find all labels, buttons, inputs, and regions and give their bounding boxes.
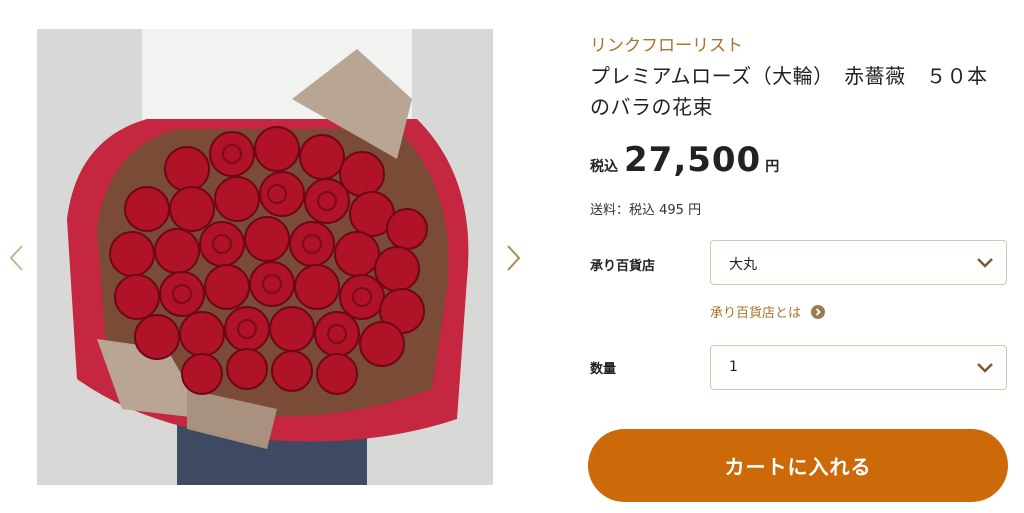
- price-tax-label: 税込: [590, 159, 618, 175]
- about-store-link[interactable]: 承り百貨店とは: [710, 302, 826, 321]
- price-currency: 円: [765, 159, 780, 175]
- chevron-circle-right-icon: [811, 304, 826, 319]
- price-amount: 27,500: [624, 140, 762, 180]
- add-to-cart-label: カートに入れる: [724, 455, 872, 479]
- quantity-select[interactable]: 1: [710, 345, 1007, 390]
- store-label: 承り百貨店: [590, 259, 656, 274]
- chevron-down-icon: [977, 258, 993, 268]
- chevron-left-icon: [9, 245, 23, 271]
- store-select-value: 大丸: [729, 257, 757, 273]
- about-store-link-label: 承り百貨店とは: [710, 306, 802, 321]
- chevron-down-icon: [977, 363, 993, 373]
- shipping-fee: 送料：税込 495 円: [590, 203, 702, 218]
- gallery-next-button[interactable]: [502, 243, 524, 273]
- price: 税込 27,500 円: [590, 140, 779, 180]
- chevron-right-icon: [507, 245, 521, 271]
- product-title: プレミアムローズ（大輪） 赤薔薇 ５０本のバラの花束: [590, 64, 988, 119]
- product-image: [37, 29, 493, 485]
- store-select[interactable]: 大丸: [710, 240, 1007, 285]
- quantity-label: 数量: [590, 362, 617, 377]
- brand-name[interactable]: リンクフローリスト: [590, 31, 743, 56]
- rose-bouquet-image: [37, 29, 493, 485]
- quantity-select-value: 1: [729, 359, 738, 375]
- product-gallery: [0, 0, 540, 513]
- gallery-prev-button[interactable]: [6, 243, 28, 273]
- add-to-cart-button[interactable]: カートに入れる: [588, 429, 1008, 502]
